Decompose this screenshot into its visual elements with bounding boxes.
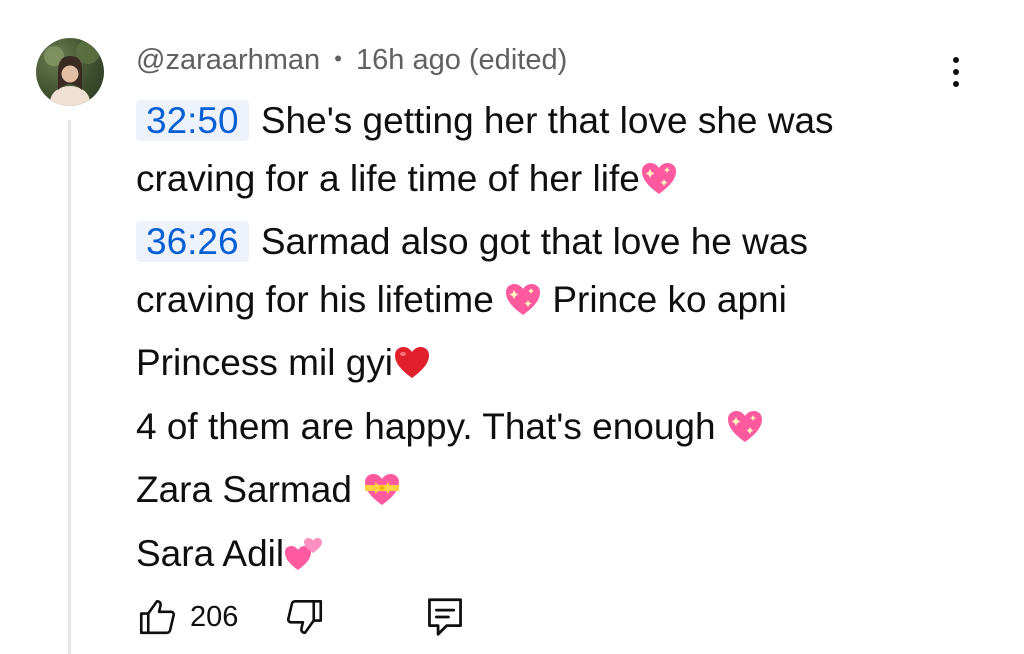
comment-line: 4 of them are happy. That's enough bbox=[136, 398, 996, 462]
comment-text: Zara Sarmad bbox=[136, 469, 363, 510]
two-hearts-icon bbox=[284, 531, 324, 589]
red-heart-icon bbox=[393, 340, 431, 398]
comment-meta: @zaraarhman • 16h ago (edited) bbox=[136, 44, 567, 77]
comment-line: Zara Sarmad bbox=[136, 461, 996, 525]
timestamp-link[interactable]: 32:50 bbox=[136, 100, 249, 141]
comment-text: Sarmad also got that love he was bbox=[260, 221, 808, 262]
comment-text: 4 of them are happy. That's enough bbox=[136, 405, 726, 447]
comment-body: 32:50 She's getting her that love she wa… bbox=[136, 92, 996, 588]
comment-line: craving for a life time of her life bbox=[136, 150, 996, 214]
comment-line: Sara Adil bbox=[136, 525, 996, 589]
comment-text: craving for a life time of her life bbox=[136, 157, 640, 199]
thumb-down-icon[interactable] bbox=[284, 596, 326, 638]
sparkling-heart-icon bbox=[504, 277, 542, 335]
timestamp-link[interactable]: 36:26 bbox=[136, 221, 249, 262]
comment-time[interactable]: 16h ago (edited) bbox=[356, 44, 567, 76]
comment-line: 32:50 She's getting her that love she wa… bbox=[136, 92, 996, 150]
more-vert-icon[interactable] bbox=[936, 48, 976, 96]
sparkling-heart-icon bbox=[726, 404, 764, 462]
sparkling-heart-icon bbox=[640, 156, 678, 214]
comment-text: Princess mil gyi bbox=[136, 342, 393, 383]
author-handle[interactable]: @zaraarhman bbox=[136, 44, 320, 76]
comment-text: She's getting her that love she was bbox=[260, 100, 834, 141]
reply-comment-icon[interactable] bbox=[426, 596, 464, 638]
comment-line: Princess mil gyi bbox=[136, 334, 996, 398]
comment-text: Prince ko apni bbox=[542, 278, 787, 320]
meta-separator: • bbox=[334, 46, 342, 71]
avatar[interactable] bbox=[36, 38, 104, 106]
comment-line: 36:26 Sarmad also got that love he was bbox=[136, 213, 996, 271]
thumb-up-icon[interactable] bbox=[136, 596, 178, 638]
comment-text: Sara Adil bbox=[136, 532, 285, 574]
thread-line bbox=[68, 120, 71, 654]
comment-actions: 206 bbox=[136, 592, 464, 642]
user-avatar-photo-icon bbox=[44, 40, 100, 106]
comment-text: craving for his lifetime bbox=[136, 278, 505, 320]
comment-line: craving for his lifetime Prince ko apni bbox=[136, 271, 996, 335]
heart-with-ribbon-icon bbox=[362, 467, 402, 525]
like-count: 206 bbox=[190, 600, 239, 633]
